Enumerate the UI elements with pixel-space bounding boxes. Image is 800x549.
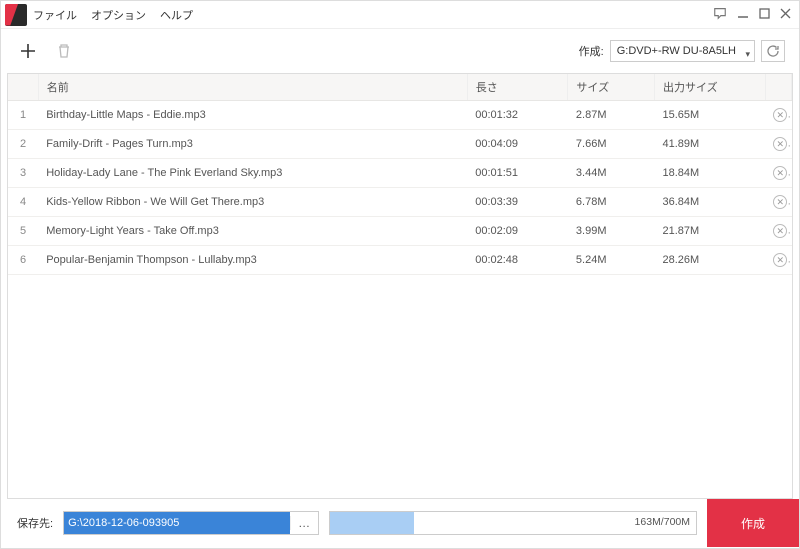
table-row[interactable]: 2Family-Drift - Pages Turn.mp300:04:097.…: [8, 130, 792, 159]
row-delete-button[interactable]: ✕: [765, 246, 791, 275]
row-output: 15.65M: [655, 101, 766, 130]
table-row[interactable]: 3Holiday-Lady Lane - The Pink Everland S…: [8, 159, 792, 188]
refresh-button[interactable]: [761, 40, 785, 62]
row-name: Memory-Light Years - Take Off.mp3: [38, 217, 467, 246]
file-table: 名前 長さ サイズ 出力サイズ 1Birthday-Little Maps - …: [7, 73, 793, 499]
row-output: 28.26M: [655, 246, 766, 275]
window-controls: [713, 6, 791, 23]
col-length[interactable]: 長さ: [467, 74, 568, 101]
menu-file[interactable]: ファイル: [33, 7, 77, 23]
titlebar: ファイル オプション ヘルプ: [1, 1, 799, 29]
delete-button[interactable]: [51, 38, 77, 64]
toolbar: 作成: G:DVD+-RW DU-8A5LH: [1, 29, 799, 73]
table-row[interactable]: 4Kids-Yellow Ribbon - We Will Get There.…: [8, 188, 792, 217]
row-size: 3.44M: [568, 159, 655, 188]
row-output: 36.84M: [655, 188, 766, 217]
row-size: 6.78M: [568, 188, 655, 217]
progress-fill: [330, 512, 414, 534]
add-button[interactable]: [15, 38, 41, 64]
table-row[interactable]: 1Birthday-Little Maps - Eddie.mp300:01:3…: [8, 101, 792, 130]
row-size: 5.24M: [568, 246, 655, 275]
save-to-label: 保存先:: [17, 515, 53, 531]
row-length: 00:04:09: [467, 130, 568, 159]
row-index: 4: [8, 188, 38, 217]
row-name: Holiday-Lady Lane - The Pink Everland Sk…: [38, 159, 467, 188]
capacity-progress: 163M/700M: [329, 511, 697, 535]
app-logo: [5, 4, 27, 26]
footer: 保存先: … 163M/700M 作成: [1, 499, 799, 547]
row-name: Kids-Yellow Ribbon - We Will Get There.m…: [38, 188, 467, 217]
row-index: 3: [8, 159, 38, 188]
delete-icon: ✕: [773, 166, 787, 180]
row-output: 41.89M: [655, 130, 766, 159]
row-delete-button[interactable]: ✕: [765, 188, 791, 217]
row-length: 00:02:48: [467, 246, 568, 275]
row-delete-button[interactable]: ✕: [765, 130, 791, 159]
row-length: 00:01:32: [467, 101, 568, 130]
delete-icon: ✕: [773, 108, 787, 122]
table-row[interactable]: 5Memory-Light Years - Take Off.mp300:02:…: [8, 217, 792, 246]
row-output: 18.84M: [655, 159, 766, 188]
close-icon[interactable]: [780, 8, 791, 22]
minimize-icon[interactable]: [737, 7, 749, 22]
row-size: 2.87M: [568, 101, 655, 130]
progress-text: 163M/700M: [635, 516, 690, 528]
row-index: 2: [8, 130, 38, 159]
delete-icon: ✕: [773, 195, 787, 209]
col-size[interactable]: サイズ: [568, 74, 655, 101]
row-length: 00:03:39: [467, 188, 568, 217]
row-size: 3.99M: [568, 217, 655, 246]
feedback-icon[interactable]: [713, 6, 727, 23]
row-size: 7.66M: [568, 130, 655, 159]
save-path-input[interactable]: [64, 512, 290, 534]
row-delete-button[interactable]: ✕: [765, 217, 791, 246]
row-output: 21.87M: [655, 217, 766, 246]
row-index: 5: [8, 217, 38, 246]
row-delete-button[interactable]: ✕: [765, 159, 791, 188]
delete-icon: ✕: [773, 224, 787, 238]
table-header-row: 名前 長さ サイズ 出力サイズ: [8, 74, 792, 101]
row-length: 00:02:09: [467, 217, 568, 246]
save-path-box: …: [63, 511, 319, 535]
col-name[interactable]: 名前: [38, 74, 467, 101]
row-index: 1: [8, 101, 38, 130]
table-row[interactable]: 6Popular-Benjamin Thompson - Lullaby.mp3…: [8, 246, 792, 275]
main-menu: ファイル オプション ヘルプ: [33, 7, 193, 23]
delete-icon: ✕: [773, 137, 787, 151]
row-delete-button[interactable]: ✕: [765, 101, 791, 130]
row-index: 6: [8, 246, 38, 275]
menu-option[interactable]: オプション: [91, 7, 146, 23]
row-length: 00:01:51: [467, 159, 568, 188]
maximize-icon[interactable]: [759, 8, 770, 22]
create-button[interactable]: 作成: [707, 499, 799, 547]
drive-select[interactable]: G:DVD+-RW DU-8A5LH: [610, 40, 755, 62]
create-for-label: 作成:: [579, 43, 604, 59]
browse-button[interactable]: …: [290, 516, 318, 530]
row-name: Popular-Benjamin Thompson - Lullaby.mp3: [38, 246, 467, 275]
menu-help[interactable]: ヘルプ: [160, 7, 193, 23]
row-name: Family-Drift - Pages Turn.mp3: [38, 130, 467, 159]
row-name: Birthday-Little Maps - Eddie.mp3: [38, 101, 467, 130]
col-output[interactable]: 出力サイズ: [655, 74, 766, 101]
delete-icon: ✕: [773, 253, 787, 267]
